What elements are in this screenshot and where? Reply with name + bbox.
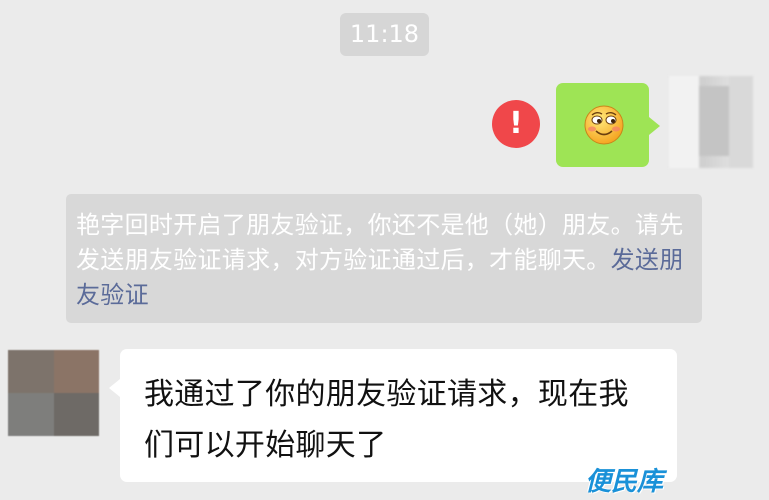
notice-text: 艳字回时开启了朋友验证，你还不是他（她）朋友。请先发送朋友验证请求，对方验证通过… xyxy=(76,211,684,274)
contact-avatar[interactable] xyxy=(8,350,99,436)
my-avatar[interactable] xyxy=(669,76,753,168)
watermark-logo: 便民库 xyxy=(585,467,664,497)
friend-verification-notice: 艳字回时开启了朋友验证，你还不是他（她）朋友。请先发送朋友验证请求，对方验证通过… xyxy=(66,194,702,323)
outgoing-message-bubble[interactable] xyxy=(556,83,660,167)
smiling-face-icon xyxy=(584,105,624,145)
timestamp-badge: 11:18 xyxy=(340,13,429,56)
send-failed-icon[interactable]: ! xyxy=(492,100,540,148)
